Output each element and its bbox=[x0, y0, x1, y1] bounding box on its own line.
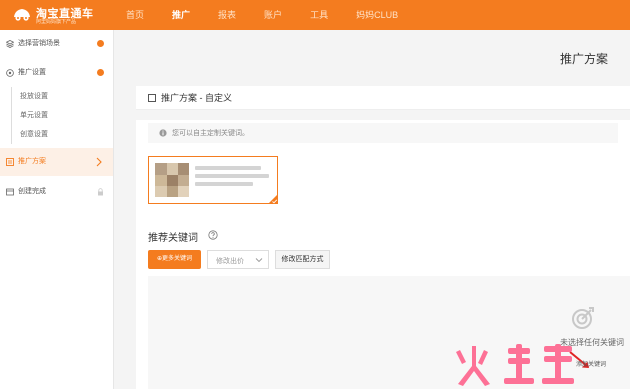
settings-circle-icon bbox=[6, 69, 14, 77]
watermark-logo bbox=[456, 344, 574, 386]
nav-reports[interactable]: 报表 bbox=[204, 0, 250, 30]
sidebar-item-label: 推广方案 bbox=[18, 158, 46, 165]
tip-text: 您可以自主定制关键词。 bbox=[172, 130, 249, 137]
section-title: 推广方案 - 自定义 bbox=[161, 93, 232, 103]
nav-tools[interactable]: 工具 bbox=[296, 0, 342, 30]
bid-select-label: 修改出价 bbox=[216, 258, 244, 265]
lock-icon bbox=[98, 188, 103, 196]
plan-icon bbox=[6, 158, 14, 166]
page-title: 推广方案 bbox=[559, 52, 608, 66]
nav-account[interactable]: 账户 bbox=[250, 0, 296, 30]
blurred-text bbox=[195, 182, 253, 186]
main-content: 推广方案 推广方案 - 自定义 您可以自主定制关键词。 推荐关键词 ⊕更多关键词… bbox=[124, 30, 630, 389]
sidebar-item-label: 推广设置 bbox=[18, 69, 46, 76]
target-icon bbox=[572, 307, 594, 329]
step-done-dot bbox=[97, 40, 104, 47]
wizard-sidebar: 选择营销场景 推广设置 投放设置 单元设置 创意设置 推广方案 创建完成 bbox=[0, 30, 114, 389]
sidebar-subitem-delivery[interactable]: 投放设置 bbox=[0, 87, 113, 106]
blurred-text bbox=[195, 166, 261, 170]
section-square-icon bbox=[148, 94, 156, 102]
layers-icon bbox=[6, 40, 14, 48]
logo-subtitle: 阿里妈妈旗下产品 bbox=[36, 19, 77, 25]
nav-promotion[interactable]: 推广 bbox=[158, 0, 204, 30]
modify-match-button[interactable]: 修改匹配方式 bbox=[275, 250, 330, 269]
sidebar-item-plan[interactable]: 推广方案 bbox=[0, 148, 113, 176]
info-icon bbox=[159, 129, 167, 137]
recommend-keywords-title: 推荐关键词 bbox=[148, 233, 198, 244]
more-keywords-button[interactable]: ⊕更多关键词 bbox=[148, 250, 201, 269]
logo[interactable]: 淘宝直通车 阿里妈妈旗下产品 bbox=[12, 3, 112, 27]
sidebar-item-label: 创建完成 bbox=[18, 188, 46, 195]
blurred-text bbox=[195, 174, 269, 178]
sidebar-item-scene[interactable]: 选择营销场景 bbox=[0, 30, 113, 58]
finish-icon bbox=[6, 188, 14, 196]
step-done-dot bbox=[97, 69, 104, 76]
chevron-down-icon bbox=[255, 258, 263, 263]
sidebar-item-finish[interactable]: 创建完成 bbox=[0, 178, 113, 206]
product-thumbnail bbox=[155, 163, 189, 197]
modify-bid-select[interactable]: 修改出价 bbox=[207, 250, 269, 269]
sidebar-subitem-creative[interactable]: 创意设置 bbox=[0, 125, 113, 144]
main-nav: 首页 推广 报表 账户 工具 妈妈CLUB bbox=[112, 0, 412, 30]
help-icon[interactable] bbox=[208, 230, 218, 240]
top-nav-bar: 淘宝直通车 阿里妈妈旗下产品 首页 推广 报表 账户 工具 妈妈CLUB bbox=[0, 0, 630, 30]
section-header: 推广方案 - 自定义 bbox=[136, 86, 630, 110]
tip-bar: 您可以自主定制关键词。 bbox=[148, 123, 618, 143]
car-logo-icon bbox=[14, 9, 30, 21]
nav-home[interactable]: 首页 bbox=[112, 0, 158, 30]
selected-corner-icon bbox=[268, 194, 278, 204]
sidebar-item-settings[interactable]: 推广设置 bbox=[0, 59, 113, 87]
product-card[interactable] bbox=[148, 156, 278, 204]
sidebar-item-label: 选择营销场景 bbox=[18, 40, 60, 47]
nav-club[interactable]: 妈妈CLUB bbox=[342, 0, 412, 30]
sidebar-subitem-unit[interactable]: 单元设置 bbox=[0, 106, 113, 125]
chevron-right-icon bbox=[96, 157, 102, 167]
